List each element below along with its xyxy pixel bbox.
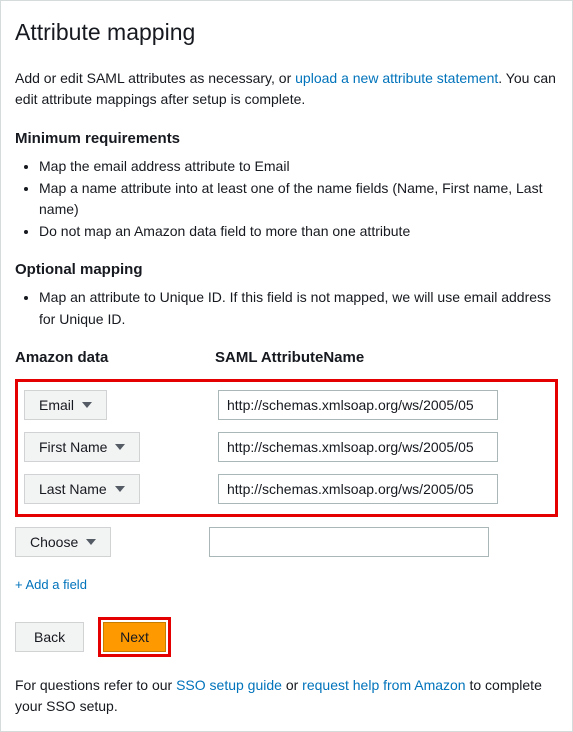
optional-mapping-list: Map an attribute to Unique ID. If this f… xyxy=(15,287,558,330)
minimum-requirements-list: Map the email address attribute to Email… xyxy=(15,156,558,243)
minimum-requirements-title: Minimum requirements xyxy=(15,128,558,151)
saml-attribute-input[interactable] xyxy=(218,432,498,462)
min-req-item: Map the email address attribute to Email xyxy=(39,156,558,178)
page-title: Attribute mapping xyxy=(15,15,558,50)
next-button[interactable]: Next xyxy=(103,622,166,652)
opt-map-item: Map an attribute to Unique ID. If this f… xyxy=(39,287,558,330)
chevron-down-icon xyxy=(115,486,125,492)
min-req-item: Map a name attribute into at least one o… xyxy=(39,178,558,221)
select-label: Last Name xyxy=(39,481,107,497)
footer-pre: For questions refer to our xyxy=(15,677,176,693)
select-label: Email xyxy=(39,397,74,413)
intro-text-pre: Add or edit SAML attributes as necessary… xyxy=(15,70,295,86)
upload-attribute-link[interactable]: upload a new attribute statement xyxy=(295,70,498,86)
add-field-link[interactable]: + Add a field xyxy=(15,575,87,595)
min-req-item: Do not map an Amazon data field to more … xyxy=(39,221,558,243)
chevron-down-icon xyxy=(86,539,96,545)
saml-attribute-input[interactable] xyxy=(218,474,498,504)
request-help-link[interactable]: request help from Amazon xyxy=(302,677,465,693)
amazon-data-select-firstname[interactable]: First Name xyxy=(24,432,140,462)
optional-mapping-title: Optional mapping xyxy=(15,259,558,282)
amazon-data-select-email[interactable]: Email xyxy=(24,390,107,420)
back-button[interactable]: Back xyxy=(15,622,84,652)
mapping-row: Email xyxy=(24,390,549,420)
amazon-data-select-choose[interactable]: Choose xyxy=(15,527,111,557)
amazon-data-select-lastname[interactable]: Last Name xyxy=(24,474,140,504)
mapping-row: Last Name xyxy=(24,474,549,504)
chevron-down-icon xyxy=(115,444,125,450)
chevron-down-icon xyxy=(82,402,92,408)
mapping-row: First Name xyxy=(24,432,549,462)
select-label: Choose xyxy=(30,534,78,550)
footer-mid: or xyxy=(282,677,302,693)
select-label: First Name xyxy=(39,439,107,455)
mapping-row: Choose xyxy=(15,527,558,557)
required-rows-highlight: Email First Name Last Na xyxy=(15,379,558,517)
intro-paragraph: Add or edit SAML attributes as necessary… xyxy=(15,68,558,110)
sso-guide-link[interactable]: SSO setup guide xyxy=(176,677,282,693)
next-button-highlight: Next xyxy=(98,617,171,657)
footer-paragraph: For questions refer to our SSO setup gui… xyxy=(15,675,558,717)
saml-attribute-header: SAML AttributeName xyxy=(215,347,558,370)
amazon-data-header: Amazon data xyxy=(15,347,215,370)
saml-attribute-input[interactable] xyxy=(218,390,498,420)
saml-attribute-input[interactable] xyxy=(209,527,489,557)
